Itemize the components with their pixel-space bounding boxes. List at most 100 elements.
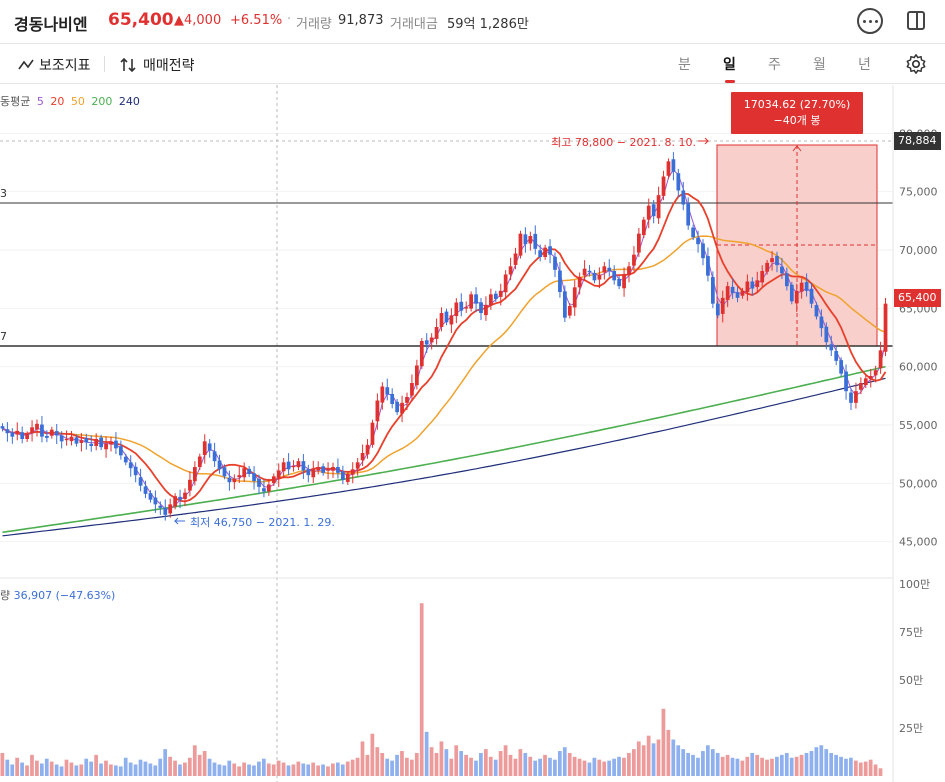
candle-body	[538, 250, 543, 257]
candle-body	[207, 443, 212, 451]
volume-bar	[5, 759, 10, 776]
candle-body	[784, 273, 789, 287]
period-minute-tab[interactable]: 분	[678, 54, 691, 74]
candle-body	[745, 281, 750, 293]
volume-bar	[572, 756, 577, 776]
volume-bar	[207, 758, 212, 776]
candle-body	[883, 303, 888, 352]
volume-bar	[523, 752, 528, 776]
price-tick-label: 45,000	[899, 536, 938, 549]
candle-body	[104, 443, 108, 450]
price-tick-label: 50,000	[899, 477, 938, 490]
candle-body	[829, 344, 834, 351]
candle-body	[656, 195, 661, 219]
volume-bar	[444, 749, 449, 776]
volume-bar	[25, 765, 29, 776]
period-week-tab[interactable]: 주	[768, 54, 781, 74]
volume-bar	[839, 756, 843, 776]
candle-body	[345, 474, 350, 482]
volume-bar	[0, 752, 5, 776]
candle-body	[15, 430, 20, 435]
volume-bar	[557, 751, 562, 776]
candle-body	[434, 327, 439, 339]
candle-body	[513, 253, 518, 265]
candle-body	[133, 466, 138, 476]
candle-body	[178, 496, 182, 500]
volume-bar	[612, 758, 616, 776]
ma200-line	[2, 365, 886, 534]
candle-body	[99, 437, 104, 448]
candle-body	[340, 471, 345, 480]
period-month-tab[interactable]: 월	[813, 54, 826, 74]
candle-body	[291, 465, 296, 468]
volume-bar	[666, 729, 671, 776]
volume-bar	[202, 751, 207, 776]
candle-body	[375, 400, 380, 422]
period-year-tab[interactable]: 년	[858, 54, 871, 74]
volume-bar	[873, 764, 878, 776]
candle-body	[582, 268, 587, 276]
candle-body	[553, 256, 557, 270]
low-annotation: 최저 46,750 − 2021. 1. 29.	[190, 516, 335, 529]
volume-bar	[646, 735, 651, 776]
candle-body	[720, 297, 725, 314]
side-panel-toggle-button[interactable]	[907, 11, 925, 30]
volume-bar	[222, 765, 227, 776]
volume-bar	[370, 733, 375, 776]
candle-body	[863, 378, 868, 386]
candle-body	[809, 288, 814, 304]
volume-bar	[153, 765, 158, 776]
candle-body	[414, 365, 419, 386]
price-tick-label: 70,000	[899, 244, 938, 257]
candle-body	[780, 266, 784, 274]
period-day-tab[interactable]: 일	[723, 54, 736, 74]
candle-body	[740, 290, 745, 296]
volume-bar	[720, 756, 725, 776]
strategy-button[interactable]: 매매전략	[120, 55, 195, 75]
volume-bar	[528, 756, 533, 776]
volume-bar	[641, 745, 646, 776]
candle-body	[469, 294, 474, 309]
volume-bar	[518, 749, 523, 776]
volume-bar	[321, 764, 325, 776]
measure-bars: −40개 봉	[773, 114, 821, 127]
candle-body	[405, 397, 409, 403]
candle-body	[350, 469, 355, 475]
volume-bar	[651, 743, 656, 776]
candle-body	[508, 266, 513, 275]
volume-bar	[508, 754, 513, 776]
volume-bar	[183, 762, 187, 776]
candle-body	[173, 496, 178, 507]
volume-bar	[10, 764, 15, 776]
volume-bar	[597, 759, 602, 776]
volume-bar	[64, 759, 69, 776]
candle-body	[410, 383, 414, 396]
candle-body	[686, 203, 691, 226]
volume-bar	[794, 756, 799, 776]
candle-body	[755, 280, 760, 288]
candle-body	[109, 441, 113, 445]
volume-bar	[261, 758, 266, 776]
candle-body	[69, 436, 74, 442]
volume-bar	[44, 758, 49, 776]
candle-body	[64, 439, 69, 441]
candle-body	[824, 326, 829, 343]
candle-body	[819, 316, 824, 329]
current-price: 65,400	[108, 10, 174, 30]
candle-body	[666, 161, 671, 176]
volume-bar	[740, 760, 745, 776]
volume-bar	[187, 757, 192, 776]
volume-bar	[853, 760, 858, 776]
volume-bar	[686, 752, 690, 776]
more-options-button[interactable]	[857, 8, 883, 34]
settings-gear-icon[interactable]	[905, 53, 927, 75]
volume-bar	[765, 759, 769, 776]
indicator-icon	[18, 59, 34, 70]
candle-body	[597, 274, 602, 280]
indicator-button[interactable]: 보조지표	[18, 55, 91, 75]
candle-body	[257, 478, 261, 487]
candle-body	[676, 173, 681, 191]
volume-bar	[819, 745, 824, 776]
volume-bar	[326, 766, 330, 776]
price-chart[interactable]: 3 7 45,00050,00055,00060,00065,00070,000…	[0, 85, 945, 782]
